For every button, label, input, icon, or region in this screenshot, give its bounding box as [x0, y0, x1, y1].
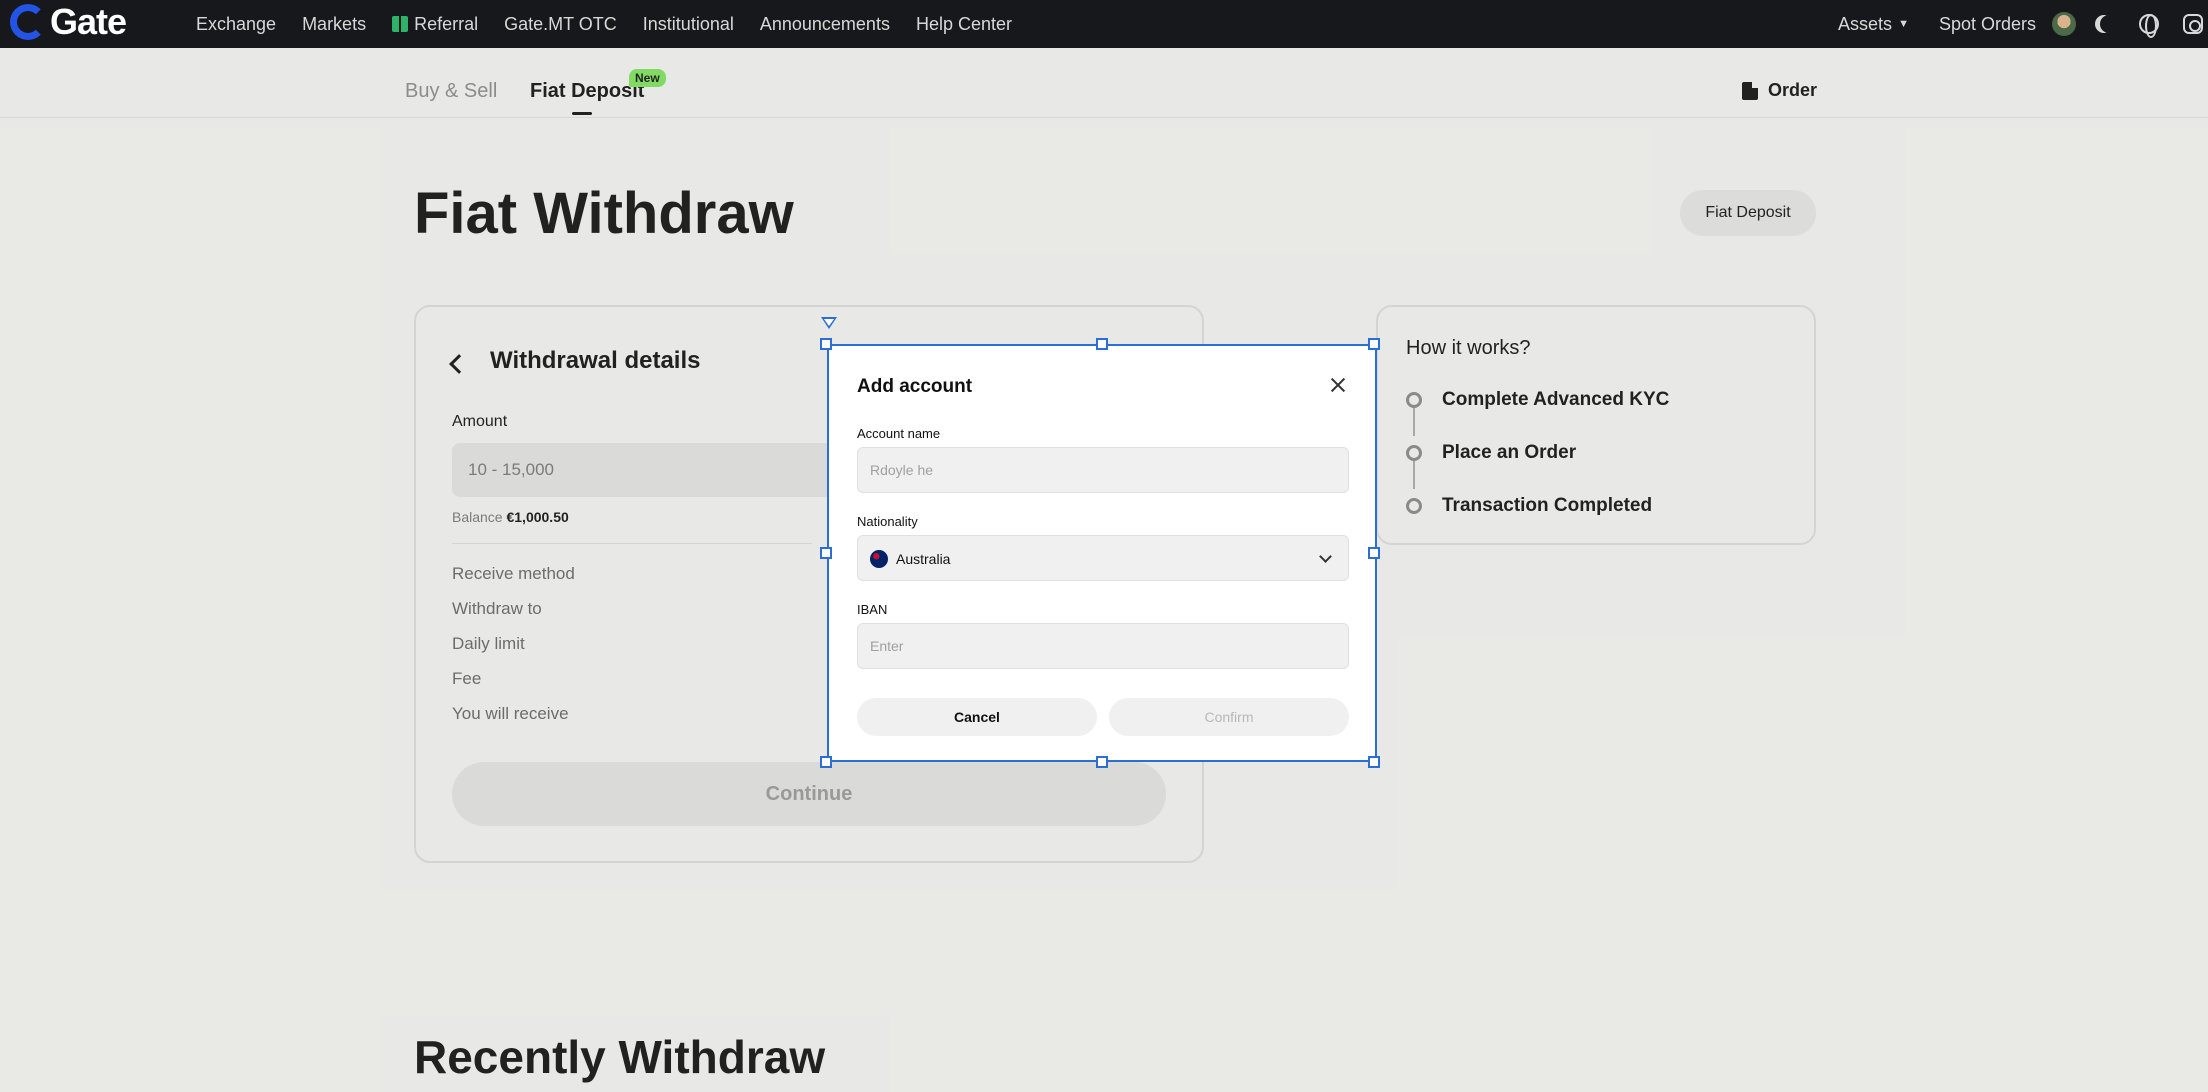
nationality-select[interactable]: Australia — [857, 535, 1349, 581]
rotate-handle[interactable] — [821, 317, 837, 329]
resize-handle-nw[interactable] — [820, 338, 832, 350]
nav-links: Exchange Markets Referral Gate.MT OTC In… — [196, 0, 1038, 48]
assets-menu[interactable]: Assets ▼ — [1838, 14, 1909, 35]
confirm-button[interactable]: Confirm — [1109, 698, 1349, 736]
nav-institutional[interactable]: Institutional — [643, 14, 734, 35]
logo-icon — [10, 4, 46, 40]
avatar[interactable] — [2052, 12, 2076, 36]
gate-logo[interactable]: Gate — [10, 1, 127, 42]
resize-handle-ne[interactable] — [1368, 338, 1380, 350]
resize-handle-s[interactable] — [1096, 756, 1108, 768]
nationality-value: Australia — [870, 536, 950, 582]
nav-referral-label: Referral — [414, 13, 479, 34]
globe-icon — [2139, 14, 2159, 38]
assets-label: Assets — [1838, 13, 1893, 34]
iban-input[interactable] — [858, 624, 1348, 668]
resize-handle-w[interactable] — [820, 547, 832, 559]
resize-handle-se[interactable] — [1368, 756, 1380, 768]
resize-handle-n[interactable] — [1096, 338, 1108, 350]
resize-handle-e[interactable] — [1368, 547, 1380, 559]
chevron-down-icon — [1319, 550, 1332, 563]
logo-text: Gate — [50, 1, 127, 42]
nav-announcements[interactable]: Announcements — [760, 14, 890, 35]
nationality-text: Australia — [896, 551, 951, 567]
account-name-label: Account name — [857, 426, 941, 441]
language-button[interactable] — [2138, 13, 2160, 38]
nav-right: Assets ▼ Spot Orders — [1838, 0, 2208, 48]
cancel-button[interactable]: Cancel — [857, 698, 1097, 736]
modal-title: Add account — [857, 376, 973, 397]
nav-exchange[interactable]: Exchange — [196, 14, 276, 35]
gift-icon — [392, 16, 409, 32]
caret-down-icon: ▼ — [1898, 18, 1909, 30]
nav-gate-mt-otc[interactable]: Gate.MT OTC — [504, 14, 617, 35]
resize-handle-sw[interactable] — [820, 756, 832, 768]
nav-markets[interactable]: Markets — [302, 14, 366, 35]
add-account-modal: Add account Account name Nationality Aus… — [827, 344, 1377, 762]
australia-flag-icon — [870, 550, 888, 568]
iban-field — [857, 623, 1349, 669]
account-name-field — [857, 447, 1349, 493]
settings-button[interactable] — [2182, 13, 2204, 35]
settings-icon — [2183, 14, 2203, 34]
theme-toggle[interactable] — [2094, 13, 2116, 35]
nationality-label: Nationality — [857, 514, 918, 529]
account-name-input[interactable] — [858, 448, 1348, 492]
moon-icon — [2100, 15, 2118, 33]
iban-label: IBAN — [857, 602, 888, 617]
nav-help-center[interactable]: Help Center — [916, 14, 1012, 35]
nav-referral[interactable]: Referral — [392, 14, 478, 35]
spot-orders-link[interactable]: Spot Orders — [1939, 14, 2036, 35]
top-nav: Gate Exchange Markets Referral Gate.MT O… — [0, 0, 2208, 48]
close-icon[interactable] — [1329, 376, 1347, 394]
